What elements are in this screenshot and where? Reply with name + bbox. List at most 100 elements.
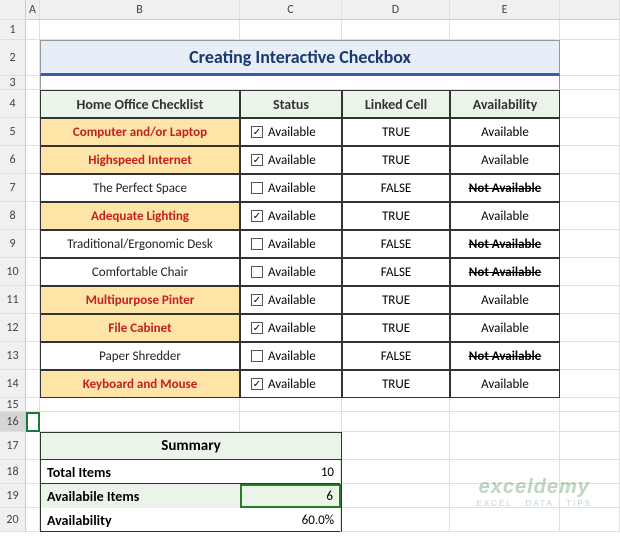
availability-text: Not Available	[469, 181, 541, 196]
availability-cell[interactable]: Available	[450, 314, 560, 342]
col-header-F[interactable]	[560, 0, 620, 20]
checklist-item[interactable]: Multipurpose Pinter	[40, 286, 240, 314]
status-label: Available	[268, 153, 316, 168]
checkbox-icon[interactable]: ✓	[251, 322, 263, 334]
checkbox-icon[interactable]: ✓	[251, 154, 263, 166]
row-header-3[interactable]: 3	[0, 76, 26, 90]
row-header-10[interactable]: 10	[0, 258, 26, 286]
row-header-7[interactable]: 7	[0, 174, 26, 202]
col-header-B[interactable]: B	[40, 0, 240, 20]
status-label: Available	[268, 181, 316, 196]
checklist-item[interactable]: Keyboard and Mouse	[40, 370, 240, 398]
status-label: Available	[268, 125, 316, 140]
header-linked: Linked Cell	[342, 90, 450, 118]
linked-cell[interactable]: FALSE	[342, 230, 450, 258]
availability-cell[interactable]: Not Available	[450, 342, 560, 370]
status-cell[interactable]: Available	[240, 342, 342, 370]
header-avail: Availability	[450, 90, 560, 118]
linked-cell[interactable]: TRUE	[342, 146, 450, 174]
checkbox-icon[interactable]	[251, 238, 263, 250]
summary-label: Availability	[41, 508, 240, 532]
availability-text: Available	[481, 321, 529, 336]
summary-value[interactable]: 60.0%	[240, 508, 341, 532]
linked-cell[interactable]: FALSE	[342, 258, 450, 286]
checklist-item[interactable]: Adequate Lighting	[40, 202, 240, 230]
checklist-item[interactable]: The Perfect Space	[40, 174, 240, 202]
availability-cell[interactable]: Not Available	[450, 230, 560, 258]
linked-cell[interactable]: FALSE	[342, 174, 450, 202]
row-header-17[interactable]: 17	[0, 432, 26, 460]
checklist-item[interactable]: Highspeed Internet	[40, 146, 240, 174]
checkbox-icon[interactable]: ✓	[251, 378, 263, 390]
row-header-4[interactable]: 4	[0, 90, 26, 118]
row-header-9[interactable]: 9	[0, 230, 26, 258]
checklist-item[interactable]: Computer and/or Laptop	[40, 118, 240, 146]
row-header-8[interactable]: 8	[0, 202, 26, 230]
checklist-item[interactable]: Comfortable Chair	[40, 258, 240, 286]
status-cell[interactable]: Available	[240, 258, 342, 286]
checkbox-icon[interactable]	[251, 266, 263, 278]
summary-title: Summary	[40, 432, 342, 460]
availability-text: Available	[481, 377, 529, 392]
page-title: Creating Interactive Checkbox	[40, 40, 560, 76]
col-header-C[interactable]: C	[240, 0, 342, 20]
summary-value[interactable]: 6	[240, 484, 341, 508]
status-cell[interactable]: Available	[240, 230, 342, 258]
checkbox-icon[interactable]: ✓	[251, 294, 263, 306]
checklist-item[interactable]: File Cabinet	[40, 314, 240, 342]
status-cell[interactable]: Available	[240, 174, 342, 202]
linked-cell[interactable]: TRUE	[342, 118, 450, 146]
availability-text: Not Available	[469, 237, 541, 252]
status-cell[interactable]: ✓Available	[240, 286, 342, 314]
row-header-15[interactable]: 15	[0, 398, 26, 412]
header-status: Status	[240, 90, 342, 118]
status-label: Available	[268, 265, 316, 280]
checkbox-icon[interactable]: ✓	[251, 210, 263, 222]
availability-cell[interactable]: Not Available	[450, 174, 560, 202]
row-header-2[interactable]: 2	[0, 40, 26, 76]
status-label: Available	[268, 349, 316, 364]
select-all-corner[interactable]	[0, 0, 26, 20]
summary-value[interactable]: 10	[240, 460, 341, 484]
row-header-16[interactable]: 16	[0, 412, 26, 432]
availability-text: Not Available	[469, 349, 541, 364]
availability-cell[interactable]: Not Available	[450, 258, 560, 286]
linked-cell[interactable]: FALSE	[342, 342, 450, 370]
row-header-6[interactable]: 6	[0, 146, 26, 174]
row-header-20[interactable]: 20	[0, 508, 26, 532]
row-header-19[interactable]: 19	[0, 484, 26, 508]
checkbox-icon[interactable]	[251, 182, 263, 194]
row-header-11[interactable]: 11	[0, 286, 26, 314]
col-header-A[interactable]: A	[26, 0, 40, 20]
row-header-12[interactable]: 12	[0, 314, 26, 342]
checklist-item[interactable]: Traditional/Ergonomic Desk	[40, 230, 240, 258]
status-cell[interactable]: ✓Available	[240, 202, 342, 230]
availability-cell[interactable]: Available	[450, 118, 560, 146]
row-header-5[interactable]: 5	[0, 118, 26, 146]
status-cell[interactable]: ✓Available	[240, 314, 342, 342]
linked-cell[interactable]: TRUE	[342, 286, 450, 314]
header-item: Home Office Checklist	[40, 90, 240, 118]
summary-label: Availabile Items	[41, 484, 240, 508]
row-header-1[interactable]: 1	[0, 20, 26, 40]
status-cell[interactable]: ✓ Available	[240, 370, 342, 398]
linked-cell[interactable]: TRUE	[342, 202, 450, 230]
availability-cell[interactable]: Available	[450, 146, 560, 174]
row-header-18[interactable]: 18	[0, 460, 26, 484]
availability-cell[interactable]: Available	[450, 202, 560, 230]
linked-cell[interactable]: TRUE	[342, 314, 450, 342]
checklist-item[interactable]: Paper Shredder	[40, 342, 240, 370]
col-header-D[interactable]: D	[342, 0, 450, 20]
status-label: Available	[268, 377, 316, 392]
availability-cell[interactable]: Available	[450, 286, 560, 314]
availability-cell[interactable]: Available	[450, 370, 560, 398]
selected-cell-a16[interactable]	[26, 412, 40, 432]
checkbox-icon[interactable]	[251, 350, 263, 362]
linked-cell[interactable]: TRUE	[342, 370, 450, 398]
row-header-14[interactable]: 14	[0, 370, 26, 398]
row-header-13[interactable]: 13	[0, 342, 26, 370]
checkbox-icon[interactable]: ✓	[251, 126, 263, 138]
col-header-E[interactable]: E	[450, 0, 560, 20]
status-cell[interactable]: ✓ Available	[240, 146, 342, 174]
status-cell[interactable]: ✓ Available	[240, 118, 342, 146]
